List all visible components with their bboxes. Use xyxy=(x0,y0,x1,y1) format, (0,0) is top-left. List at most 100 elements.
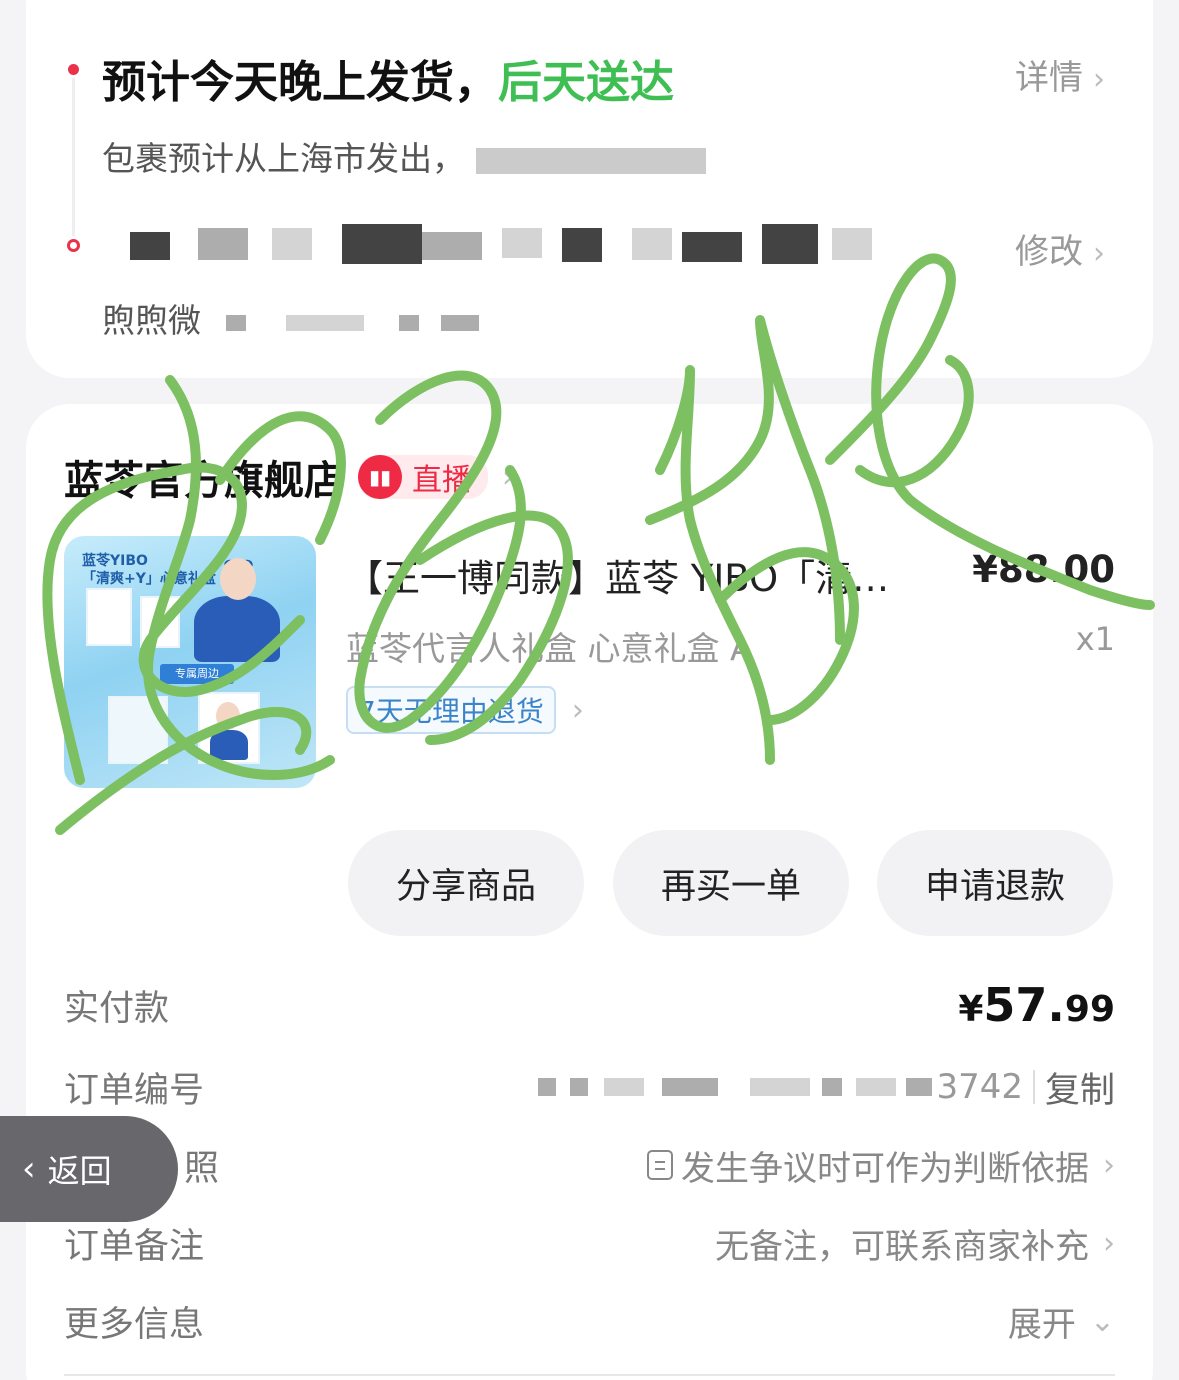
redacted-text xyxy=(502,228,542,258)
redacted-text xyxy=(130,232,170,260)
order-remark-text: 无备注，可联系商家补充 xyxy=(715,1226,1089,1267)
product-image-banner: 专属周边 xyxy=(160,664,234,684)
product-image-card xyxy=(86,588,132,646)
redacted-text xyxy=(198,228,248,260)
order-card: 蓝苓官方旗舰店 ▮▮ 直播 › 蓝苓YIBO 「清爽+Y」心意礼盒 88 专属周… xyxy=(26,404,1153,1380)
order-number: 3742 复制 xyxy=(538,1062,1115,1113)
expand-toggle[interactable]: 展开 ⌄ xyxy=(1008,1297,1115,1346)
chevron-right-icon: › xyxy=(502,459,514,495)
chevron-right-icon: › xyxy=(1093,62,1105,97)
divider xyxy=(64,1374,1115,1376)
chevron-left-icon: ‹ xyxy=(22,1149,36,1189)
order-number-label: 订单编号 xyxy=(64,1070,205,1111)
product-image-brand-line1: 蓝苓YIBO xyxy=(82,553,148,569)
recipient: 煦煦微 xyxy=(102,294,479,342)
request-refund-button[interactable]: 申请退款 xyxy=(877,830,1113,936)
product-image-brand: 蓝苓YIBO 「清爽+Y」心意礼盒 xyxy=(82,552,216,588)
detail-link-label: 详情 xyxy=(1015,58,1083,98)
recipient-name: 煦煦微 xyxy=(102,301,201,340)
redacted-text xyxy=(632,228,672,260)
store-name: 蓝苓官方旗舰店 xyxy=(64,458,344,504)
modify-address-link[interactable]: 修改 › xyxy=(1015,224,1105,273)
product-image-figure xyxy=(194,596,280,662)
back-button[interactable]: ‹ 返回 xyxy=(0,1116,178,1222)
redacted-text xyxy=(682,232,742,262)
redacted-text xyxy=(286,314,364,331)
order-remark-value: 无备注，可联系商家补充 › xyxy=(715,1219,1115,1268)
product-image-brand-line2: 「清爽+Y」心意礼盒 xyxy=(82,571,216,587)
chevron-right-icon: › xyxy=(1103,1225,1115,1261)
product-quantity: x1 xyxy=(1075,620,1115,658)
redacted-text xyxy=(538,1078,557,1096)
product-image-figure xyxy=(210,730,248,760)
paid-amount-label: 实付款 xyxy=(64,988,170,1029)
shipping-origin-text: 包裹预计从上海市发出， xyxy=(102,139,465,178)
redacted-text xyxy=(225,314,246,331)
redacted-text xyxy=(570,1078,589,1096)
paid-decimal: 99 xyxy=(1064,989,1115,1030)
store-header[interactable]: 蓝苓官方旗舰店 ▮▮ 直播 › xyxy=(64,448,514,506)
copy-order-number-button[interactable]: 复制 xyxy=(1045,1062,1115,1113)
timeline-dot-shipping xyxy=(68,64,79,75)
redacted-text xyxy=(750,1078,811,1096)
redacted-text xyxy=(822,1078,843,1096)
redacted-text xyxy=(398,314,419,331)
paid-amount: ¥57.99 xyxy=(958,978,1115,1032)
shipping-card: 预计今天晚上发货，后天送达 详情 › 包裹预计从上海市发出， 修改 › 煦煦微 xyxy=(26,0,1153,378)
expand-label: 展开 xyxy=(1007,1304,1076,1345)
redacted-text xyxy=(272,228,312,260)
redacted-text xyxy=(441,314,479,331)
paid-integer: 57. xyxy=(983,978,1065,1032)
live-icon: ▮▮ xyxy=(358,455,402,499)
order-number-row: 订单编号 3742 复制 xyxy=(64,1062,1115,1112)
return-policy-tag[interactable]: 7天无理由退货 › xyxy=(346,686,584,734)
share-product-button[interactable]: 分享商品 xyxy=(348,830,584,936)
product-spec: 蓝苓代言人礼盒 心意礼盒 A xyxy=(346,629,753,668)
chevron-right-icon: › xyxy=(571,692,584,728)
product-image[interactable]: 蓝苓YIBO 「清爽+Y」心意礼盒 88 专属周边 xyxy=(64,536,316,788)
modify-link-label: 修改 xyxy=(1015,232,1083,272)
paid-amount-row: 实付款 ¥57.99 xyxy=(64,978,1115,1032)
timeline-line xyxy=(72,78,75,236)
more-info-row[interactable]: 更多信息 展开 ⌄ xyxy=(64,1296,1115,1346)
back-label: 返回 xyxy=(47,1152,112,1190)
redacted-text xyxy=(342,224,422,264)
product-price: ¥88.00 xyxy=(972,548,1115,591)
redacted-text xyxy=(662,1078,719,1096)
redacted-text xyxy=(832,228,872,260)
redacted-text xyxy=(604,1078,645,1096)
paid-currency: ¥ xyxy=(958,989,984,1030)
redacted-text xyxy=(762,224,818,264)
snapshot-text: 发生争议时可作为判断依据 xyxy=(681,1148,1089,1189)
shipping-estimate-main: 预计今天晚上发货， xyxy=(102,57,498,108)
timeline-dot-address xyxy=(67,239,80,252)
order-number-suffix: 3742 xyxy=(936,1067,1023,1107)
shipping-estimate-arrival: 后天送达 xyxy=(498,57,674,108)
return-policy-label: 7天无理由退货 xyxy=(346,686,556,734)
document-icon xyxy=(647,1150,673,1180)
order-remark-label: 订单备注 xyxy=(64,1226,205,1267)
redacted-text xyxy=(475,147,706,174)
redacted-text xyxy=(422,232,482,260)
snapshot-value: 发生争议时可作为判断依据 › xyxy=(647,1141,1115,1190)
redacted-text xyxy=(856,1078,897,1096)
redacted-text xyxy=(562,228,602,262)
product-image-face xyxy=(220,558,256,600)
detail-link[interactable]: 详情 › xyxy=(1015,50,1105,99)
live-label: 直播 xyxy=(412,463,472,498)
snapshot-row[interactable]: 照 发生争议时可作为判断依据 › xyxy=(64,1140,1115,1190)
chevron-right-icon: › xyxy=(1103,1147,1115,1183)
shipping-origin: 包裹预计从上海市发出， xyxy=(102,132,706,180)
divider xyxy=(1032,1070,1035,1104)
product-image-card xyxy=(140,596,180,648)
chevron-right-icon: › xyxy=(1093,236,1105,271)
product-image-face xyxy=(216,702,240,730)
buy-again-button[interactable]: 再买一单 xyxy=(613,830,849,936)
more-info-label: 更多信息 xyxy=(64,1304,205,1345)
redacted-text xyxy=(906,1078,933,1096)
order-remark-row[interactable]: 订单备注 无备注，可联系商家补充 › xyxy=(64,1218,1115,1268)
live-badge[interactable]: ▮▮ 直播 xyxy=(358,455,488,499)
chevron-down-icon: ⌄ xyxy=(1089,1303,1115,1339)
shipping-estimate: 预计今天晚上发货，后天送达 xyxy=(102,46,674,110)
product-title[interactable]: 【王一博同款】蓝苓 YIBO「清… xyxy=(346,548,946,602)
